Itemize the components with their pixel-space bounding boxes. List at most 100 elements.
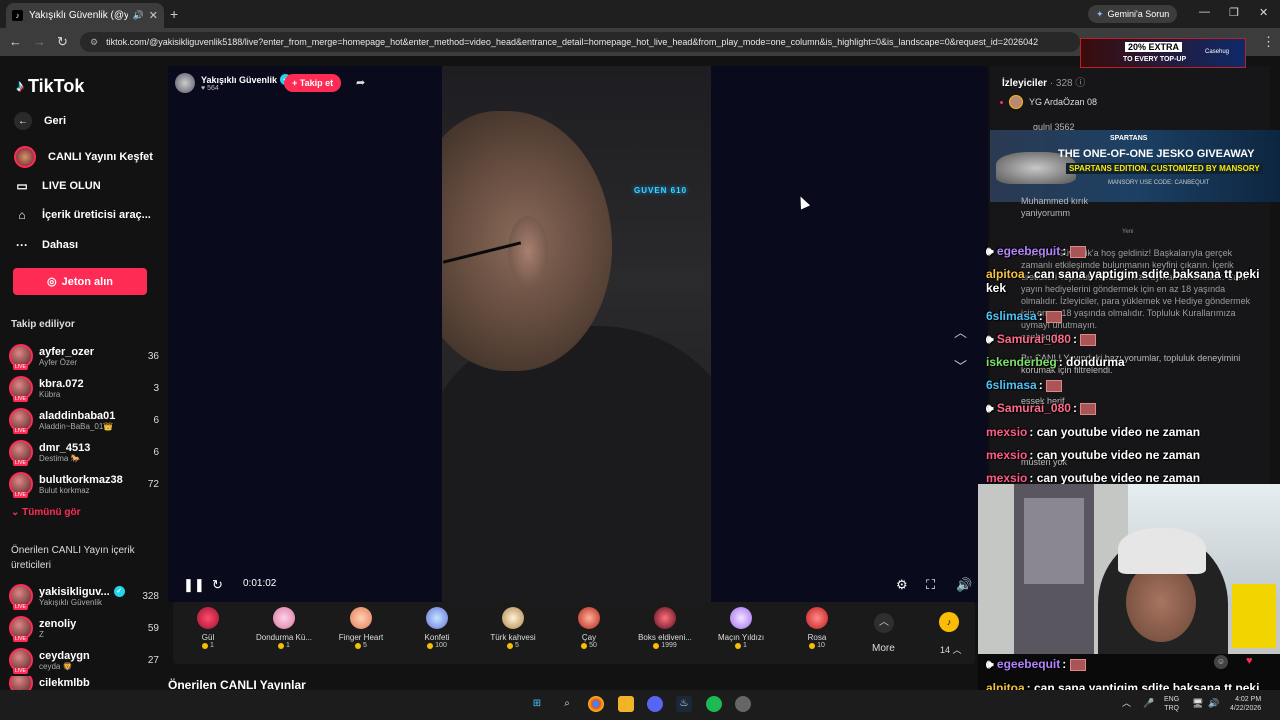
- following-account[interactable]: bulutkorkmaz38Bulut korkmaz 72: [9, 470, 159, 498]
- account-sub: Kübra: [39, 389, 61, 399]
- back-arrow-icon[interactable]: ←: [9, 34, 22, 49]
- viewer-item[interactable]: YG ArdaÖzan 08: [1000, 95, 1097, 109]
- chat-text: :: [1038, 309, 1043, 323]
- sidebar-item-explore-live[interactable]: CANLI Yayını Keşfet: [14, 146, 153, 168]
- tray-chevron-icon[interactable]: ︿: [1122, 699, 1131, 708]
- close-tab-icon[interactable]: ✕: [149, 9, 158, 22]
- ad-brand: SPARTANS: [1110, 135, 1148, 142]
- get-coins-button[interactable]: ◎ Jeton alın: [13, 268, 147, 295]
- pause-icon[interactable]: ❚❚: [183, 577, 205, 593]
- ad-subheadline: SPARTANS EDITION. CUSTOMIZED BY MANSORY: [1066, 163, 1263, 174]
- star-icon: [730, 607, 752, 629]
- gift-item[interactable]: Türk kahvesi 5: [478, 607, 548, 649]
- chat-user: Samurai_080: [996, 401, 1071, 415]
- spotify-icon[interactable]: [706, 696, 722, 712]
- recommended-account[interactable]: yakisikliguv...✓ Yakışıklı Güvenlik 328: [9, 582, 159, 610]
- follow-button[interactable]: + Takip et: [284, 74, 342, 92]
- browser-tab[interactable]: ♪ Yakışıklı Güvenlik (@yakisi 🔊 ✕: [6, 3, 164, 28]
- viewers-header[interactable]: İzleyiciler · 328 ⓘ: [1002, 74, 1085, 89]
- gift-item[interactable]: Rosa 10: [782, 607, 852, 649]
- clock[interactable]: 4:02 PM 4/22/2026: [1230, 695, 1261, 713]
- chat-user: mexsio: [986, 425, 1028, 439]
- live-video[interactable]: GUVEN 610: [442, 66, 711, 602]
- coin-icon: [581, 642, 588, 649]
- sidebar-item-more[interactable]: ··· Dahası: [14, 237, 78, 253]
- steam-icon[interactable]: ♨: [676, 696, 692, 712]
- forward-arrow-icon[interactable]: →: [33, 34, 46, 49]
- recommended-account[interactable]: ceydaygnceyda 🦁 27: [9, 646, 159, 674]
- account-sub: Bulut korkmaz: [39, 485, 90, 495]
- gift-name: Türk kahvesi: [490, 633, 536, 642]
- volume-tray-icon[interactable]: 🔊: [1208, 699, 1219, 708]
- url-field[interactable]: ⚙ tiktok.com/@yakisikliguvenlik5188/live…: [80, 32, 1080, 52]
- chevron-up-icon[interactable]: ︿: [954, 322, 967, 341]
- overlay-chat-line: iskenderbeg: dondurma: [986, 355, 1276, 369]
- sound-icon: 🕪: [986, 244, 997, 258]
- minimize-icon[interactable]: —: [1199, 6, 1210, 18]
- gemini-button[interactable]: ✦ Gemini'a Sorun: [1088, 5, 1178, 23]
- close-window-icon[interactable]: ✕: [1259, 6, 1268, 19]
- sidebar-item-go-live[interactable]: ▭ LIVE OLUN: [14, 178, 100, 194]
- chat-text: : can youtube video ne zaman: [1029, 448, 1201, 462]
- chat-text: : dondurma: [1058, 355, 1125, 369]
- coin-balance[interactable]: 14 ︿: [940, 643, 962, 656]
- host-info[interactable]: Yakışıklı Güvenlik✓ ♥ 564: [175, 73, 292, 93]
- fullscreen-icon[interactable]: ⛶: [926, 577, 935, 593]
- gift-item[interactable]: Boks eldiveni... 1999: [630, 607, 700, 649]
- network-icon[interactable]: 🖥: [1192, 699, 1203, 708]
- file-explorer-icon[interactable]: [618, 696, 634, 712]
- logo-text: TikTok: [28, 76, 85, 96]
- see-all-link[interactable]: ⌄ Tümünü gör: [11, 507, 81, 518]
- following-account[interactable]: kbra.072Kübra 3: [9, 374, 159, 402]
- coin-balance-icon[interactable]: ♪: [939, 612, 959, 632]
- gift-item[interactable]: Maçın Yıldızı 1: [706, 607, 776, 649]
- viewer-count: 72: [147, 478, 159, 490]
- reload-icon[interactable]: ↻: [57, 34, 68, 50]
- coin-icon: [202, 642, 209, 649]
- sidebar-item-label: İçerik üreticisi araç...: [42, 209, 151, 221]
- site-info-icon[interactable]: ⚙: [90, 37, 98, 48]
- language-indicator[interactable]: ENG TRQ: [1164, 695, 1179, 713]
- following-account[interactable]: dmr_4513Destima 🐎 6: [9, 438, 159, 466]
- overlay-chat-line: 🕪 egeebequit:: [986, 657, 1276, 671]
- microphone-icon[interactable]: 🎤: [1143, 699, 1154, 708]
- account-name: kbra.072: [39, 377, 84, 390]
- refresh-icon[interactable]: ↻: [212, 577, 223, 593]
- obs-icon[interactable]: [735, 696, 751, 712]
- gift-item[interactable]: Finger Heart 5: [326, 607, 396, 649]
- coin-icon: [653, 642, 660, 649]
- gift-item[interactable]: Gül 1: [173, 607, 243, 649]
- speaker-icon[interactable]: 🔊: [133, 10, 144, 21]
- ad-brand: Casehug: [1205, 49, 1230, 55]
- casehug-ad[interactable]: 20% EXTRA TO EVERY TOP-UP Casehug: [1080, 38, 1246, 68]
- chevron-down-icon[interactable]: ﹀: [954, 356, 967, 375]
- language-primary: ENG: [1164, 696, 1180, 703]
- following-account[interactable]: aladdinbaba01Aladdin~BaBa_01👑 6: [9, 406, 159, 434]
- browser-menu-icon[interactable]: ⋮: [1262, 34, 1275, 50]
- sidebar-item-creator-tools[interactable]: ⌂ İçerik üreticisi araç...: [14, 207, 151, 223]
- gift-item[interactable]: Dondurma Kü... 1: [249, 607, 319, 649]
- avatar: [9, 676, 33, 690]
- windows-start-icon[interactable]: ⊞: [529, 696, 545, 712]
- more-gifts-icon[interactable]: ︿: [874, 613, 894, 633]
- sidebar-item-back[interactable]: ← Geri: [14, 112, 66, 130]
- recommended-account[interactable]: zenoliyZ 59: [9, 614, 159, 642]
- tiktok-logo[interactable]: ♪ TikTok: [16, 76, 84, 97]
- spartans-ad-banner[interactable]: SPARTANS THE ONE-OF-ONE JESKO GIVEAWAY S…: [990, 130, 1280, 202]
- home-icon: ⌂: [18, 208, 26, 222]
- more-gifts-label[interactable]: More: [872, 643, 895, 654]
- following-account[interactable]: ayfer_ozerAyfer Özer 36: [9, 342, 159, 370]
- language-secondary: TRQ: [1164, 705, 1179, 712]
- recommended-account[interactable]: cilekmlbb: [9, 676, 159, 690]
- discord-icon[interactable]: [647, 696, 663, 712]
- volume-icon[interactable]: 🔊: [956, 577, 972, 593]
- new-tab-icon[interactable]: +: [170, 6, 178, 22]
- gift-price: 10: [817, 642, 825, 649]
- share-icon[interactable]: ➦: [356, 76, 365, 89]
- search-icon[interactable]: ⌕: [559, 696, 575, 712]
- maximize-icon[interactable]: ❐: [1229, 6, 1239, 19]
- gift-item[interactable]: Çay 50: [554, 607, 624, 649]
- settings-icon[interactable]: ⚙: [896, 577, 908, 593]
- chrome-icon[interactable]: [588, 696, 604, 712]
- gift-item[interactable]: Konfeti 100: [402, 607, 472, 649]
